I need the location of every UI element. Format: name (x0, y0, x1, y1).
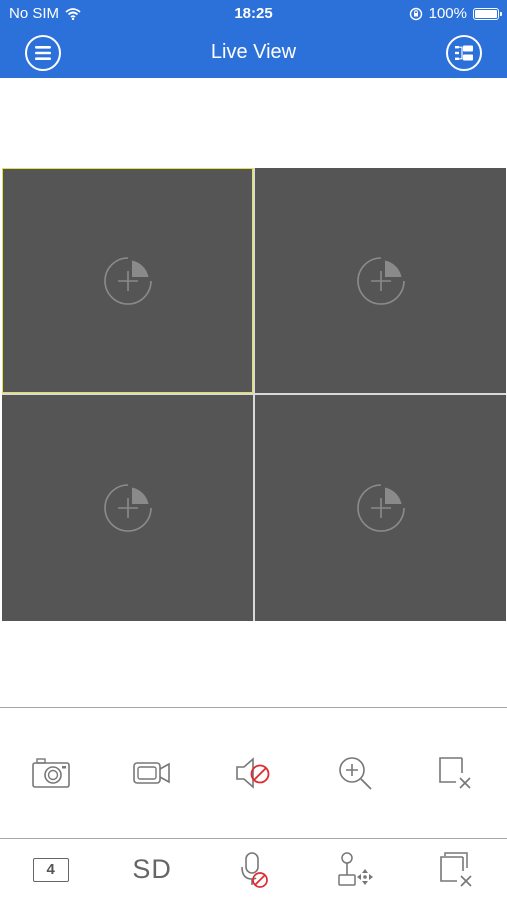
add-camera-icon[interactable] (103, 483, 153, 533)
close-window-icon (439, 757, 471, 789)
video-window-3[interactable] (2, 395, 253, 621)
camera-icon (31, 758, 70, 788)
page-title: Live View (210, 41, 297, 63)
talk-button[interactable] (203, 839, 304, 900)
close-all-button[interactable] (406, 839, 507, 900)
video-grid (2, 168, 506, 621)
video-window-1[interactable] (2, 168, 253, 393)
status-right: 100% (409, 5, 502, 22)
close-all-windows-icon (440, 851, 472, 887)
video-record-icon (133, 762, 170, 784)
zoom-in-icon (339, 757, 372, 790)
device-list-button[interactable] (446, 35, 482, 71)
microphone-muted-icon (240, 851, 268, 888)
nav-bar: Live View (0, 28, 507, 78)
snapshot-button[interactable] (0, 708, 101, 838)
stream-quality-label: SD (132, 854, 172, 884)
add-camera-icon[interactable] (356, 483, 406, 533)
video-window-2[interactable] (255, 168, 506, 393)
add-camera-icon[interactable] (103, 256, 153, 306)
split-count-label: 4 (46, 861, 55, 878)
bottom-toolbar: 4 SD (0, 839, 507, 900)
device-list-icon (455, 45, 473, 61)
battery-icon (473, 7, 502, 20)
battery-percent: 100% (428, 5, 467, 22)
digital-zoom-button[interactable] (304, 708, 405, 838)
split-screen-button[interactable]: 4 (0, 839, 101, 900)
ptz-joystick-icon (338, 851, 373, 886)
split-screen-icon: 4 (32, 857, 69, 882)
status-bar: No SIM 18:25 100% (0, 0, 507, 28)
ptz-button[interactable] (304, 839, 405, 900)
battery-fill (475, 9, 497, 18)
orientation-lock-icon (409, 7, 422, 20)
speaker-muted-icon (235, 757, 269, 789)
add-camera-icon[interactable] (356, 256, 406, 306)
close-window-button[interactable] (406, 708, 507, 838)
live-toolbar (0, 708, 507, 838)
video-window-4[interactable] (255, 395, 506, 621)
audio-button[interactable] (203, 708, 304, 838)
record-button[interactable] (101, 708, 202, 838)
stream-quality-button[interactable]: SD (101, 839, 202, 900)
